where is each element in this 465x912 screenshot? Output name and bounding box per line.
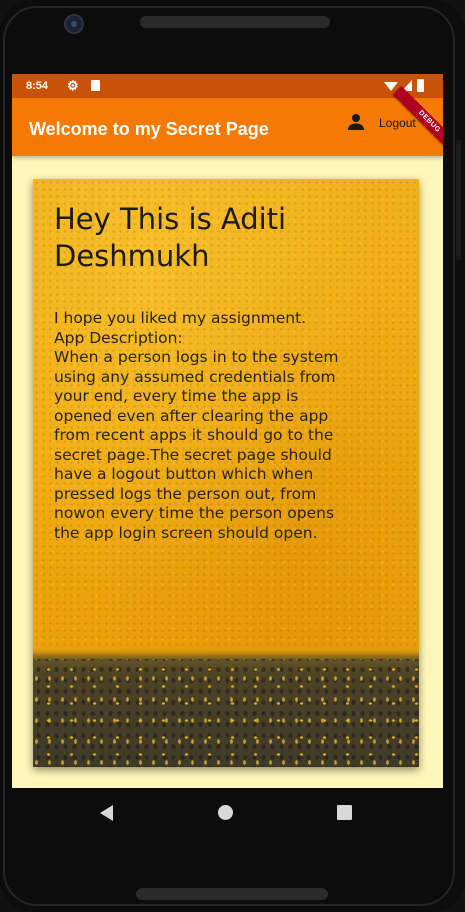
sim-card-icon [91,80,100,91]
description-line: opened even after clearing the app [54,406,329,425]
logout-label: Logout [379,116,416,130]
description-line: your end, every time the app is [54,387,299,405]
person-icon [348,114,364,130]
profile-card: Hey This is Aditi Deshmukh I hope you li… [33,179,419,767]
ground-speckles [33,659,419,767]
home-circle-icon[interactable] [218,805,233,820]
gear-icon: ⚙ [67,78,79,93]
status-bar: 8:54 ⚙ [12,74,443,98]
description-line: the app login screen should open. [54,523,318,542]
description-line: nowon every time the person opens [54,504,335,522]
phone-bottom-bar [136,888,328,900]
phone-frame: 8:54 ⚙ Welcome to my Secret Page Logout … [0,0,465,912]
description-line: I hope you liked my assignment. [54,309,307,327]
status-time: 8:54 [26,80,49,92]
description-line: pressed logs the person out, from [54,484,317,503]
back-triangle-icon[interactable] [100,805,113,821]
app-screen: 8:54 ⚙ Welcome to my Secret Page Logout … [12,74,443,788]
ground-edge [33,649,419,659]
front-camera-icon [64,14,84,34]
description-line: secret page.The secret page should [54,445,332,464]
description-line: When a person logs in to the system [54,348,339,366]
description-line: App Description: [54,328,183,347]
description-line: from recent apps it should go to the [54,426,334,444]
recents-square-icon[interactable] [337,805,352,820]
system-nav-bar [12,788,443,838]
battery-icon [417,79,424,92]
description-line: using any assumed credentials from [54,367,336,386]
earpiece-speaker [140,16,330,28]
page-title: Welcome to my Secret Page [29,119,269,139]
app-bar: Welcome to my Secret Page Logout DEBUG [12,85,443,159]
card-description: I hope you liked my assignment. App Desc… [54,309,404,543]
power-button [456,140,461,260]
description-line: have a logout button which when [54,465,314,483]
card-title: Hey This is Aditi Deshmukh [54,202,287,273]
